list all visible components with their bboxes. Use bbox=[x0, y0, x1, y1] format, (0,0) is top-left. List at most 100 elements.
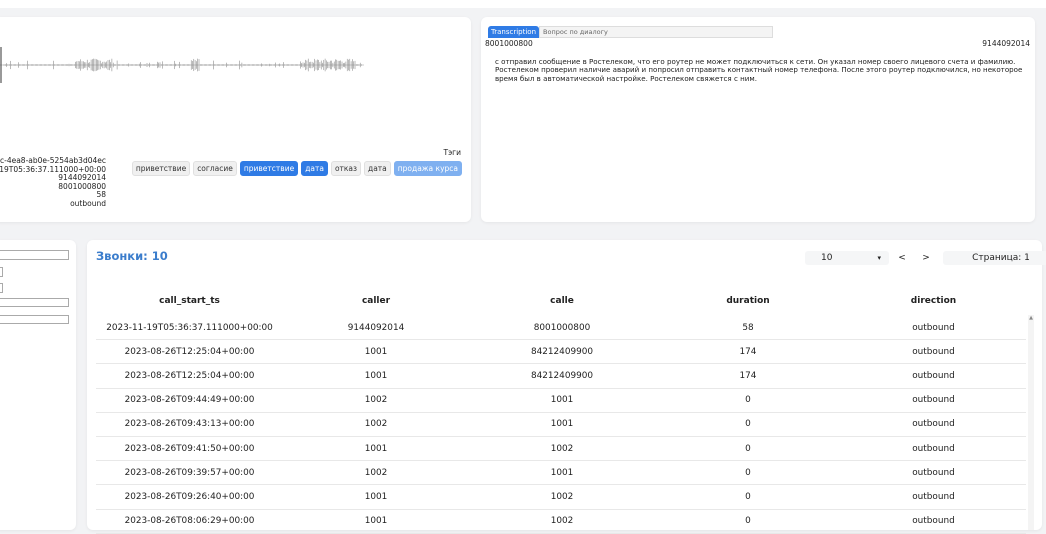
column-header[interactable]: calle bbox=[469, 296, 655, 310]
transcript-caller: 8001000800 bbox=[485, 39, 533, 48]
table-row[interactable]: 2023-08-26T09:41:50+00:00 1001 1002 0 outbou… bbox=[96, 437, 1026, 462]
pagination: 10 ▾ < > Страница: 1 bbox=[805, 251, 1046, 265]
cell-start-ts: 2023-08-26T09:44:49+00:00 bbox=[124, 395, 255, 406]
tag-chip[interactable]: приветствие bbox=[131, 161, 191, 176]
cell-callee: 1001 bbox=[550, 395, 574, 406]
cell-duration: 0 bbox=[745, 467, 751, 478]
cell-direction: outbound bbox=[912, 467, 955, 478]
cell-duration: 174 bbox=[739, 370, 757, 381]
cell-caller: 1002 bbox=[364, 419, 388, 430]
cell-start-ts: 2023-11-19T05:36:37.111000+00:00 bbox=[106, 322, 273, 333]
table-header: call_start_ts caller calle duration dire… bbox=[96, 296, 1026, 310]
cell-direction: outbound bbox=[912, 395, 955, 406]
cell-start-ts: 2023-08-26T09:26:40+00:00 bbox=[124, 491, 255, 502]
filter-input[interactable] bbox=[0, 315, 69, 324]
page-indicator: Страница: 1 bbox=[943, 251, 1046, 265]
calls-card: Звонки: 10 10 ▾ < > Страница: 1 call_sta… bbox=[87, 240, 1046, 534]
question-input[interactable]: Вопрос по диалогу bbox=[539, 26, 774, 38]
column-header[interactable]: caller bbox=[283, 296, 469, 310]
cell-caller: 1001 bbox=[364, 516, 388, 527]
cell-duration: 0 bbox=[745, 419, 751, 430]
calls-title: Звонки: 10 bbox=[96, 249, 168, 263]
table-scrollbar[interactable]: ▲ bbox=[1028, 315, 1034, 530]
cell-start-ts: 2023-08-26T09:39:57+00:00 bbox=[124, 467, 255, 478]
cell-callee: 84212409900 bbox=[530, 346, 594, 357]
cell-caller: 1001 bbox=[364, 491, 388, 502]
prev-page-button[interactable]: < bbox=[891, 253, 913, 263]
calls-table-body: 2023-11-19T05:36:37.111000+00:00 91440920… bbox=[96, 315, 1026, 534]
cell-duration: 0 bbox=[745, 491, 751, 502]
tag-list: приветствие согласие приветствие дата отказ д… bbox=[131, 161, 462, 176]
cell-duration: 0 bbox=[745, 395, 751, 406]
cell-direction: outbound bbox=[912, 322, 955, 333]
column-header[interactable]: direction bbox=[841, 296, 1026, 310]
filter-panel: E bbox=[0, 240, 76, 530]
filter-input[interactable] bbox=[0, 298, 69, 307]
tag-chip[interactable]: отказ bbox=[330, 161, 362, 176]
table-row[interactable]: 2023-08-26T09:39:57+00:00 1002 1001 0 outbou… bbox=[96, 461, 1026, 486]
cell-caller: 1001 bbox=[364, 443, 388, 454]
cell-start-ts: 2023-08-26T09:43:13+00:00 bbox=[124, 419, 255, 430]
tag-chip[interactable]: приветствие bbox=[239, 161, 299, 176]
cell-direction: outbound bbox=[912, 516, 955, 527]
cell-callee: 84212409900 bbox=[530, 370, 594, 381]
cell-callee: 1002 bbox=[550, 491, 574, 502]
call-meta: -ca9c-4ea8-ab0e-5254ab3d04ec -11-19T05:3… bbox=[0, 156, 106, 209]
cell-caller: 9144092014 bbox=[347, 322, 405, 333]
cell-callee: 1002 bbox=[550, 443, 574, 454]
cell-duration: 0 bbox=[745, 516, 751, 527]
cell-direction: outbound bbox=[912, 443, 955, 454]
table-row[interactable]: 2023-08-26T09:26:40+00:00 1001 1002 0 outbou… bbox=[96, 485, 1026, 510]
column-header[interactable]: duration bbox=[655, 296, 841, 310]
table-row[interactable]: 2023-08-26T09:43:13+00:00 1002 1001 0 outbou… bbox=[96, 413, 1026, 437]
audio-waveform[interactable] bbox=[0, 45, 364, 85]
cell-start-ts: 2023-08-26T12:25:04+00:00 bbox=[124, 346, 255, 357]
tag-chip[interactable]: продажа курса bbox=[393, 161, 462, 176]
cell-callee: 8001000800 bbox=[533, 322, 591, 333]
column-header[interactable]: call_start_ts bbox=[96, 296, 283, 310]
chevron-down-icon: ▾ bbox=[877, 254, 881, 262]
cell-caller: 1001 bbox=[364, 346, 388, 357]
cell-caller: 1002 bbox=[364, 395, 388, 406]
cell-callee: 1001 bbox=[550, 467, 574, 478]
meta-direction: outbound bbox=[70, 198, 106, 208]
table-row[interactable]: 2023-08-26T08:06:29+00:00 1001 1002 0 outbou… bbox=[96, 510, 1026, 534]
transcription-card: Transcription Вопрос по диалогу 80010008… bbox=[481, 17, 1035, 222]
cell-duration: 174 bbox=[739, 346, 757, 357]
cell-start-ts: 2023-08-26T12:25:04+00:00 bbox=[124, 370, 255, 381]
transcript-text: с отправил сообщение в Ростелеком, что е… bbox=[495, 57, 1023, 83]
next-page-button[interactable]: > bbox=[915, 253, 937, 263]
tags-label: Тэги bbox=[443, 148, 461, 157]
cell-duration: 0 bbox=[745, 443, 751, 454]
transcription-tabs: Transcription Вопрос по диалогу bbox=[488, 26, 774, 38]
top-strip bbox=[0, 0, 1046, 8]
cell-duration: 58 bbox=[742, 322, 754, 333]
table-row[interactable]: 2023-08-26T12:25:04+00:00 1001 84212409900… bbox=[96, 340, 1026, 365]
filter-checkbox[interactable] bbox=[0, 267, 3, 277]
table-row[interactable]: 2023-08-26T09:44:49+00:00 1002 1001 0 outbou… bbox=[96, 389, 1026, 413]
cell-start-ts: 2023-08-26T09:41:50+00:00 bbox=[124, 443, 255, 454]
cell-callee: 1002 bbox=[550, 516, 574, 527]
audio-card: -ca9c-4ea8-ab0e-5254ab3d04ec -11-19T05:3… bbox=[0, 17, 471, 222]
page-size-select[interactable]: 10 ▾ bbox=[805, 251, 889, 265]
table-row[interactable]: 2023-11-19T05:36:37.111000+00:00 91440920… bbox=[96, 315, 1026, 341]
filter-checkbox[interactable] bbox=[0, 283, 3, 293]
tag-chip[interactable]: дата bbox=[364, 161, 391, 176]
meta-callee: 8001000800 bbox=[58, 181, 106, 191]
cell-caller: 1001 bbox=[364, 370, 388, 381]
cell-callee: 1001 bbox=[550, 419, 574, 430]
filter-field[interactable]: E bbox=[0, 250, 69, 260]
tag-chip[interactable]: согласие bbox=[193, 161, 237, 176]
tag-chip[interactable]: дата bbox=[301, 161, 328, 176]
cell-caller: 1002 bbox=[364, 467, 388, 478]
cell-direction: outbound bbox=[912, 346, 955, 357]
cell-direction: outbound bbox=[912, 419, 955, 430]
cell-direction: outbound bbox=[912, 491, 955, 502]
table-row[interactable]: 2023-08-26T12:25:04+00:00 1001 84212409900… bbox=[96, 364, 1026, 389]
transcript-callee: 9144092014 bbox=[982, 39, 1030, 48]
tab-transcription[interactable]: Transcription bbox=[488, 26, 540, 38]
page-size-value: 10 bbox=[821, 253, 833, 263]
cell-start-ts: 2023-08-26T08:06:29+00:00 bbox=[124, 516, 255, 527]
cell-direction: outbound bbox=[912, 370, 955, 381]
scroll-up-icon[interactable]: ▲ bbox=[1028, 315, 1034, 321]
